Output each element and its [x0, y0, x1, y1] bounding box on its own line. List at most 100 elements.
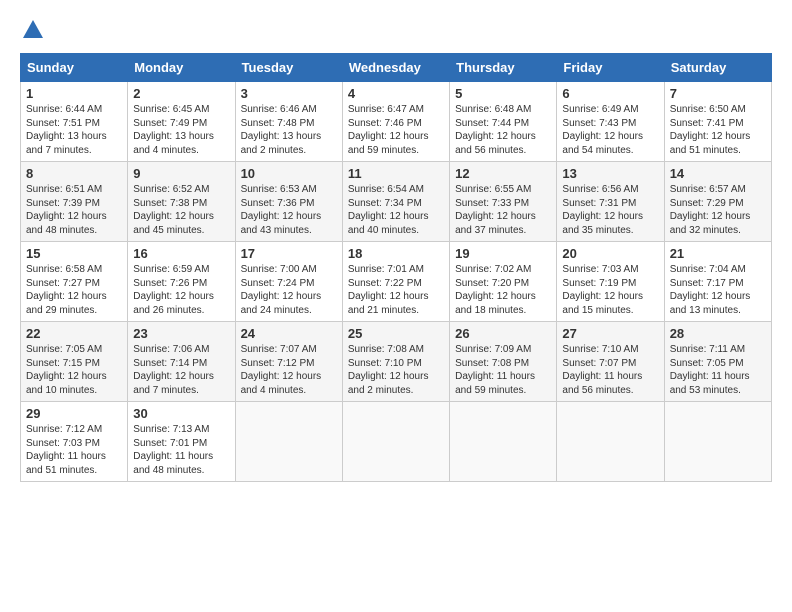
day-number: 29	[26, 406, 122, 421]
day-number: 7	[670, 86, 766, 101]
day-number: 10	[241, 166, 337, 181]
day-number: 16	[133, 246, 229, 261]
day-info: Sunrise: 7:08 AMSunset: 7:10 PMDaylight:…	[348, 343, 444, 397]
calendar-day-cell	[664, 402, 771, 482]
day-info: Sunrise: 6:51 AMSunset: 7:39 PMDaylight:…	[26, 183, 122, 237]
day-info: Sunrise: 6:55 AMSunset: 7:33 PMDaylight:…	[455, 183, 551, 237]
day-number: 6	[562, 86, 658, 101]
day-info: Sunrise: 7:05 AMSunset: 7:15 PMDaylight:…	[26, 343, 122, 397]
calendar-day-cell	[342, 402, 449, 482]
day-info: Sunrise: 6:53 AMSunset: 7:36 PMDaylight:…	[241, 183, 337, 237]
day-info: Sunrise: 6:54 AMSunset: 7:34 PMDaylight:…	[348, 183, 444, 237]
weekday-header-cell: Monday	[128, 54, 235, 82]
calendar-day-cell: 22 Sunrise: 7:05 AMSunset: 7:15 PMDayligh…	[21, 322, 128, 402]
day-info: Sunrise: 6:49 AMSunset: 7:43 PMDaylight:…	[562, 103, 658, 157]
day-number: 9	[133, 166, 229, 181]
calendar-day-cell: 30 Sunrise: 7:13 AMSunset: 7:01 PMDayligh…	[128, 402, 235, 482]
calendar-day-cell: 18Sunrise: 7:01 AMSunset: 7:22 PMDayligh…	[342, 242, 449, 322]
calendar-day-cell: 15 Sunrise: 6:58 AMSunset: 7:27 PMDayligh…	[21, 242, 128, 322]
calendar-day-cell: 10 Sunrise: 6:53 AMSunset: 7:36 PMDayligh…	[235, 162, 342, 242]
calendar-week-row: 8Sunrise: 6:51 AMSunset: 7:39 PMDaylight…	[21, 162, 772, 242]
day-number: 17	[241, 246, 337, 261]
calendar-day-cell: 21 Sunrise: 7:04 AMSunset: 7:17 PMDayligh…	[664, 242, 771, 322]
logo-icon	[23, 20, 43, 38]
weekday-header-cell: Thursday	[450, 54, 557, 82]
day-number: 18	[348, 246, 444, 261]
day-number: 1	[26, 86, 122, 101]
day-info: Sunrise: 7:06 AMSunset: 7:14 PMDaylight:…	[133, 343, 229, 397]
day-number: 19	[455, 246, 551, 261]
calendar-day-cell: 12 Sunrise: 6:55 AMSunset: 7:33 PMDayligh…	[450, 162, 557, 242]
day-number: 28	[670, 326, 766, 341]
day-info: Sunrise: 6:48 AMSunset: 7:44 PMDaylight:…	[455, 103, 551, 157]
day-number: 14	[670, 166, 766, 181]
calendar-week-row: 1 Sunrise: 6:44 AMSunset: 7:51 PMDaylight…	[21, 82, 772, 162]
day-info: Sunrise: 6:46 AMSunset: 7:48 PMDaylight:…	[241, 103, 337, 157]
calendar-week-row: 29 Sunrise: 7:12 AMSunset: 7:03 PMDayligh…	[21, 402, 772, 482]
calendar-day-cell: 14 Sunrise: 6:57 AMSunset: 7:29 PMDayligh…	[664, 162, 771, 242]
day-number: 23	[133, 326, 229, 341]
day-info: Sunrise: 6:50 AMSunset: 7:41 PMDaylight:…	[670, 103, 766, 157]
day-info: Sunrise: 6:58 AMSunset: 7:27 PMDaylight:…	[26, 263, 122, 317]
calendar-day-cell: 6 Sunrise: 6:49 AMSunset: 7:43 PMDaylight…	[557, 82, 664, 162]
day-number: 22	[26, 326, 122, 341]
day-number: 21	[670, 246, 766, 261]
weekday-header-cell: Tuesday	[235, 54, 342, 82]
calendar-day-cell: 1 Sunrise: 6:44 AMSunset: 7:51 PMDaylight…	[21, 82, 128, 162]
calendar-day-cell: 9Sunrise: 6:52 AMSunset: 7:38 PMDaylight…	[128, 162, 235, 242]
day-info: Sunrise: 7:04 AMSunset: 7:17 PMDaylight:…	[670, 263, 766, 317]
calendar-table: SundayMondayTuesdayWednesdayThursdayFrid…	[20, 53, 772, 482]
day-info: Sunrise: 7:00 AMSunset: 7:24 PMDaylight:…	[241, 263, 337, 317]
calendar-day-cell: 27 Sunrise: 7:10 AMSunset: 7:07 PMDayligh…	[557, 322, 664, 402]
day-info: Sunrise: 6:47 AMSunset: 7:46 PMDaylight:…	[348, 103, 444, 157]
day-number: 5	[455, 86, 551, 101]
calendar-body: 1 Sunrise: 6:44 AMSunset: 7:51 PMDaylight…	[21, 82, 772, 482]
day-number: 12	[455, 166, 551, 181]
day-info: Sunrise: 7:12 AMSunset: 7:03 PMDaylight:…	[26, 423, 122, 477]
calendar-day-cell: 28Sunrise: 7:11 AMSunset: 7:05 PMDayligh…	[664, 322, 771, 402]
calendar-day-cell: 25 Sunrise: 7:08 AMSunset: 7:10 PMDayligh…	[342, 322, 449, 402]
day-info: Sunrise: 6:56 AMSunset: 7:31 PMDaylight:…	[562, 183, 658, 237]
calendar-day-cell: 17 Sunrise: 7:00 AMSunset: 7:24 PMDayligh…	[235, 242, 342, 322]
day-number: 15	[26, 246, 122, 261]
calendar-day-cell: 26Sunrise: 7:09 AMSunset: 7:08 PMDayligh…	[450, 322, 557, 402]
day-info: Sunrise: 7:13 AMSunset: 7:01 PMDaylight:…	[133, 423, 229, 477]
calendar-day-cell: 5 Sunrise: 6:48 AMSunset: 7:44 PMDaylight…	[450, 82, 557, 162]
day-info: Sunrise: 7:07 AMSunset: 7:12 PMDaylight:…	[241, 343, 337, 397]
calendar-day-cell: 19 Sunrise: 7:02 AMSunset: 7:20 PMDayligh…	[450, 242, 557, 322]
calendar-day-cell: 23 Sunrise: 7:06 AMSunset: 7:14 PMDayligh…	[128, 322, 235, 402]
day-info: Sunrise: 7:03 AMSunset: 7:19 PMDaylight:…	[562, 263, 658, 317]
day-number: 27	[562, 326, 658, 341]
weekday-header-cell: Saturday	[664, 54, 771, 82]
calendar-day-cell	[557, 402, 664, 482]
calendar-day-cell: 16 Sunrise: 6:59 AMSunset: 7:26 PMDayligh…	[128, 242, 235, 322]
day-info: Sunrise: 7:02 AMSunset: 7:20 PMDaylight:…	[455, 263, 551, 317]
day-number: 20	[562, 246, 658, 261]
calendar-day-cell: 3 Sunrise: 6:46 AMSunset: 7:48 PMDaylight…	[235, 82, 342, 162]
calendar-day-cell: 8Sunrise: 6:51 AMSunset: 7:39 PMDaylight…	[21, 162, 128, 242]
calendar-day-cell: 2Sunrise: 6:45 AMSunset: 7:49 PMDaylight…	[128, 82, 235, 162]
calendar-week-row: 15 Sunrise: 6:58 AMSunset: 7:27 PMDayligh…	[21, 242, 772, 322]
day-info: Sunrise: 6:59 AMSunset: 7:26 PMDaylight:…	[133, 263, 229, 317]
calendar-day-cell	[235, 402, 342, 482]
weekday-header-row: SundayMondayTuesdayWednesdayThursdayFrid…	[21, 54, 772, 82]
day-number: 24	[241, 326, 337, 341]
calendar-day-cell: 29 Sunrise: 7:12 AMSunset: 7:03 PMDayligh…	[21, 402, 128, 482]
day-number: 25	[348, 326, 444, 341]
calendar-day-cell: 7 Sunrise: 6:50 AMSunset: 7:41 PMDaylight…	[664, 82, 771, 162]
day-number: 13	[562, 166, 658, 181]
day-number: 2	[133, 86, 229, 101]
day-info: Sunrise: 6:57 AMSunset: 7:29 PMDaylight:…	[670, 183, 766, 237]
calendar-day-cell: 13 Sunrise: 6:56 AMSunset: 7:31 PMDayligh…	[557, 162, 664, 242]
day-number: 30	[133, 406, 229, 421]
day-info: Sunrise: 7:10 AMSunset: 7:07 PMDaylight:…	[562, 343, 658, 397]
day-info: Sunrise: 6:44 AMSunset: 7:51 PMDaylight:…	[26, 103, 122, 157]
page-header	[20, 20, 772, 43]
day-number: 26	[455, 326, 551, 341]
weekday-header-cell: Sunday	[21, 54, 128, 82]
calendar-day-cell: 20 Sunrise: 7:03 AMSunset: 7:19 PMDayligh…	[557, 242, 664, 322]
calendar-day-cell: 4Sunrise: 6:47 AMSunset: 7:46 PMDaylight…	[342, 82, 449, 162]
weekday-header-cell: Wednesday	[342, 54, 449, 82]
day-number: 3	[241, 86, 337, 101]
weekday-header-cell: Friday	[557, 54, 664, 82]
